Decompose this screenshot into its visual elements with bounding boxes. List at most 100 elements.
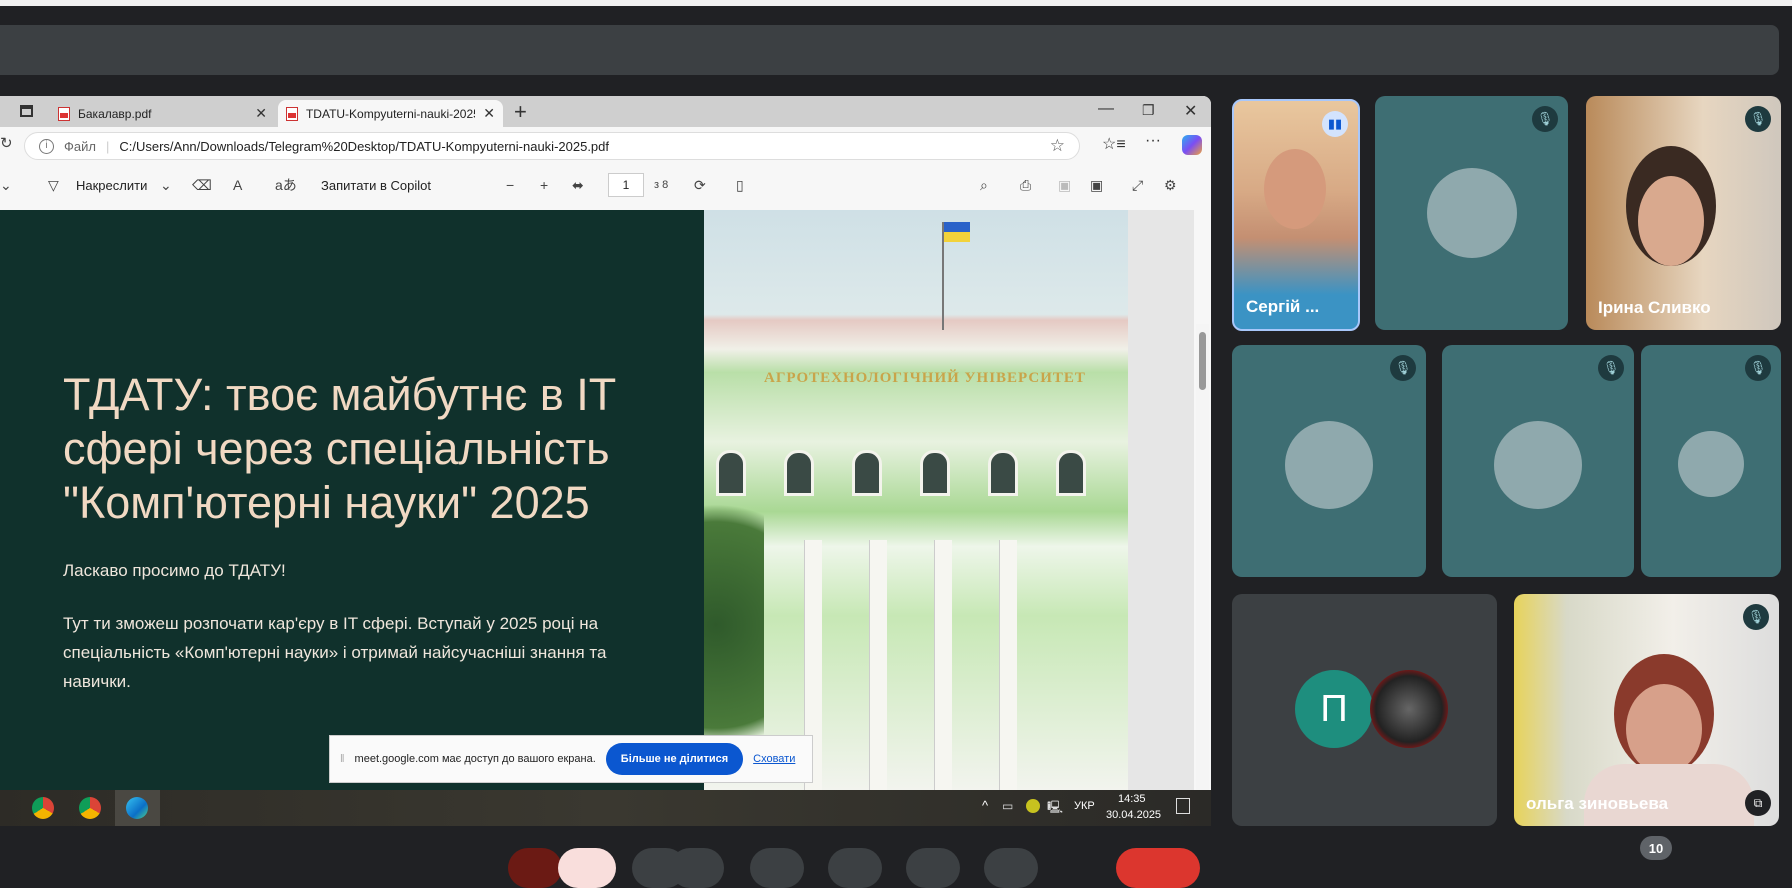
search-icon[interactable]: ⌕ bbox=[980, 169, 988, 201]
control-button[interactable] bbox=[508, 848, 562, 888]
address-url: C:/Users/Ann/Downloads/Telegram%20Deskto… bbox=[119, 138, 609, 154]
chevron-up-icon[interactable]: ^ bbox=[982, 798, 988, 813]
minimize-icon[interactable]: — bbox=[1098, 100, 1114, 118]
settings-icon[interactable]: ⚙ bbox=[1164, 169, 1177, 201]
participant-name: Сергій ... bbox=[1246, 297, 1320, 316]
favorites-icon[interactable]: ☆≡ bbox=[1102, 134, 1126, 154]
pdf-page: АГРОТЕХНОЛОГІЧНИЙ УНІВЕРСИТЕТ ТДАТУ: тво… bbox=[0, 210, 1128, 790]
language-indicator[interactable]: УКР bbox=[1074, 800, 1095, 812]
reactions-button[interactable] bbox=[828, 848, 882, 888]
mic-off-icon: 🎙 bbox=[1743, 604, 1769, 630]
draw-button[interactable]: Накреслити bbox=[76, 169, 147, 201]
new-tab-icon[interactable]: + bbox=[514, 99, 527, 125]
slide-welcome: Ласкаво просимо до ТДАТУ! bbox=[63, 561, 286, 580]
participant-tile-iryna[interactable]: 🎙 Ірина Сливко bbox=[1586, 96, 1781, 330]
tab-tdatu[interactable]: TDATU-Kompyuterni-nauki-2025.p ✕ bbox=[278, 100, 503, 127]
pdf-icon bbox=[58, 106, 70, 121]
avatar bbox=[1427, 168, 1517, 258]
chrome-icon[interactable] bbox=[32, 797, 54, 819]
hide-link[interactable]: Сховати bbox=[753, 753, 795, 765]
mic-off-icon: 🎙 bbox=[1532, 106, 1558, 132]
tray-app-icon[interactable] bbox=[1026, 799, 1040, 813]
network-icon[interactable]: 🖳 bbox=[1047, 798, 1063, 819]
more-icon[interactable]: ··· bbox=[1145, 132, 1161, 150]
copilot-icon[interactable] bbox=[1182, 135, 1202, 155]
tab-strip: Бакалавр.pdf ✕ TDATU-Kompyuterni-nauki-2… bbox=[0, 96, 1211, 127]
tab-label: Бакалавр.pdf bbox=[78, 106, 152, 121]
close-icon[interactable]: ✕ bbox=[483, 105, 495, 122]
mic-button[interactable] bbox=[558, 848, 616, 888]
avatar bbox=[1285, 421, 1373, 509]
participant-tile[interactable]: 🎙 bbox=[1442, 345, 1634, 577]
zoom-in-icon[interactable]: + bbox=[540, 169, 548, 201]
restore-icon[interactable]: ❐ bbox=[1142, 102, 1155, 119]
chevron-down-icon[interactable]: ⌄ bbox=[0, 169, 12, 201]
participant-name: ольга зиновьева bbox=[1526, 794, 1669, 813]
clock-time[interactable]: 14:35 bbox=[1118, 793, 1146, 805]
captions-button[interactable] bbox=[750, 848, 804, 888]
tab-bakalavr[interactable]: Бакалавр.pdf ✕ bbox=[50, 100, 275, 127]
save-as-icon[interactable]: ▣ bbox=[1090, 169, 1103, 201]
page-view-icon[interactable]: ▯ bbox=[736, 169, 744, 201]
clock-date[interactable]: 30.04.2025 bbox=[1106, 809, 1161, 821]
meet-top-bar bbox=[0, 25, 1779, 75]
edge-icon[interactable] bbox=[126, 797, 148, 819]
page-number-input[interactable]: 1 bbox=[608, 173, 644, 197]
avatar bbox=[1370, 670, 1448, 748]
info-icon: i bbox=[39, 138, 54, 154]
participant-tile[interactable]: 🎙 bbox=[1375, 96, 1568, 330]
pdf-toolbar: ⌄ ▽ Накреслити ⌄ ⌫ A aあ Запитати в Copil… bbox=[0, 169, 1194, 201]
mic-off-icon: 🎙 bbox=[1598, 355, 1624, 381]
read-aloud-icon[interactable]: A bbox=[233, 169, 242, 201]
close-window-icon[interactable]: ✕ bbox=[1184, 101, 1197, 121]
mic-off-icon: 🎙 bbox=[1745, 355, 1771, 381]
chrome-icon[interactable] bbox=[79, 797, 101, 819]
participant-count-badge[interactable]: 10 bbox=[1640, 836, 1672, 860]
translate-icon[interactable]: aあ bbox=[275, 169, 297, 201]
participant-tile[interactable]: 🎙 bbox=[1641, 345, 1781, 577]
fullscreen-icon[interactable]: ⤢ bbox=[1132, 169, 1143, 201]
avatar bbox=[1678, 431, 1744, 497]
chevron-down-icon[interactable]: ⌄ bbox=[160, 169, 172, 201]
print-icon[interactable]: ⎙ bbox=[1020, 169, 1031, 201]
pdf-viewer: АГРОТЕХНОЛОГІЧНИЙ УНІВЕРСИТЕТ ТДАТУ: тво… bbox=[0, 210, 1209, 790]
pip-icon[interactable]: ⧉ bbox=[1745, 790, 1771, 816]
building-sign: АГРОТЕХНОЛОГІЧНИЙ УНІВЕРСИТЕТ bbox=[764, 370, 1086, 386]
participant-tile[interactable]: 🎙 bbox=[1232, 345, 1426, 577]
raise-hand-button[interactable] bbox=[984, 848, 1038, 888]
tab-label: TDATU-Kompyuterni-nauki-2025.p bbox=[305, 106, 476, 121]
tab-actions-icon[interactable] bbox=[20, 105, 33, 117]
mic-off-icon: 🎙 bbox=[1390, 355, 1416, 381]
rotate-icon[interactable]: ⟳ bbox=[694, 169, 706, 201]
scrollbar[interactable] bbox=[1196, 324, 1209, 790]
eraser-icon[interactable]: ⌫ bbox=[192, 169, 212, 201]
share-notice-text: meet.google.com має доступ до вашого екр… bbox=[354, 753, 596, 765]
participant-tile-serhii[interactable]: ▮▮ Сергій ... bbox=[1232, 99, 1360, 331]
stop-sharing-button[interactable]: Більше не ділитися bbox=[605, 743, 744, 775]
flag-icon bbox=[944, 222, 970, 232]
windows-taskbar: ^ ▭ 🖳 УКР 14:35 30.04.2025 bbox=[0, 790, 1211, 826]
address-bar[interactable]: i Файл | C:/Users/Ann/Downloads/Telegram… bbox=[24, 132, 1080, 160]
page-total: з 8 bbox=[654, 179, 669, 191]
refresh-icon[interactable]: ↻ bbox=[0, 134, 13, 152]
drag-handle-icon[interactable]: ‖ bbox=[340, 753, 345, 765]
zoom-out-icon[interactable]: − bbox=[506, 169, 514, 201]
others-tile[interactable]: П bbox=[1232, 594, 1497, 826]
university-building-photo: АГРОТЕХНОЛОГІЧНИЙ УНІВЕРСИТЕТ bbox=[704, 210, 1128, 790]
draw-icon[interactable]: ▽ bbox=[48, 169, 59, 201]
notifications-icon[interactable] bbox=[1176, 798, 1190, 814]
pdf-icon bbox=[286, 106, 298, 121]
save-icon[interactable]: ▣ bbox=[1058, 169, 1071, 201]
participant-tile-olha[interactable]: 🎙 ольга зиновьева ⧉ bbox=[1514, 594, 1779, 826]
favorite-star-icon[interactable]: ☆ bbox=[1050, 136, 1065, 156]
scrollbar-thumb[interactable] bbox=[1199, 332, 1206, 390]
fit-width-icon[interactable]: ⬌ bbox=[572, 169, 584, 201]
ask-copilot-button[interactable]: Запитати в Copilot bbox=[321, 169, 431, 201]
battery-icon[interactable]: ▭ bbox=[1002, 799, 1013, 813]
avatar bbox=[1494, 421, 1582, 509]
leave-call-button[interactable] bbox=[1116, 848, 1200, 888]
control-button[interactable] bbox=[670, 848, 724, 888]
avatar-letter: П bbox=[1295, 670, 1373, 748]
present-button[interactable] bbox=[906, 848, 960, 888]
close-icon[interactable]: ✕ bbox=[255, 105, 267, 122]
